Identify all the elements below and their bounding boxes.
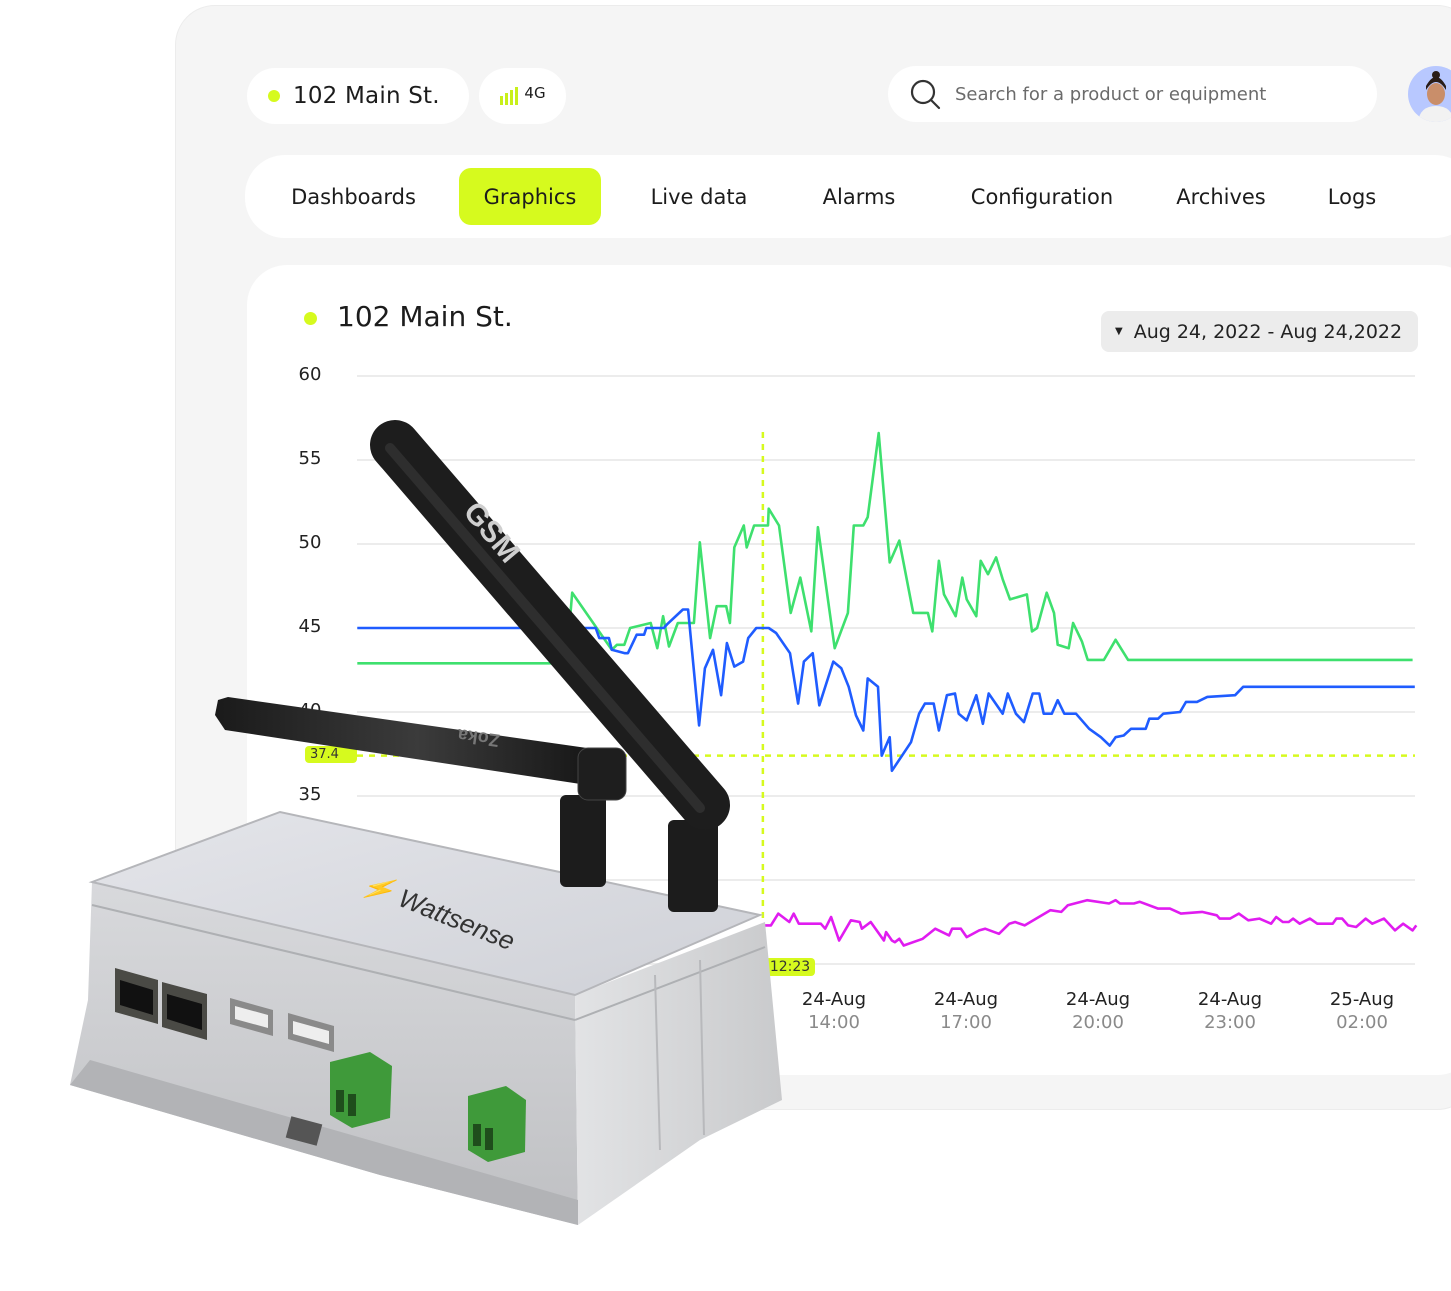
wattsense-device-photo: ⚡ Wattsense Zoka GSM (70, 420, 782, 1225)
antenna-gsm: GSM (370, 420, 730, 912)
terminal-block-2 (468, 1086, 526, 1162)
terminal-block-1 (330, 1052, 392, 1128)
